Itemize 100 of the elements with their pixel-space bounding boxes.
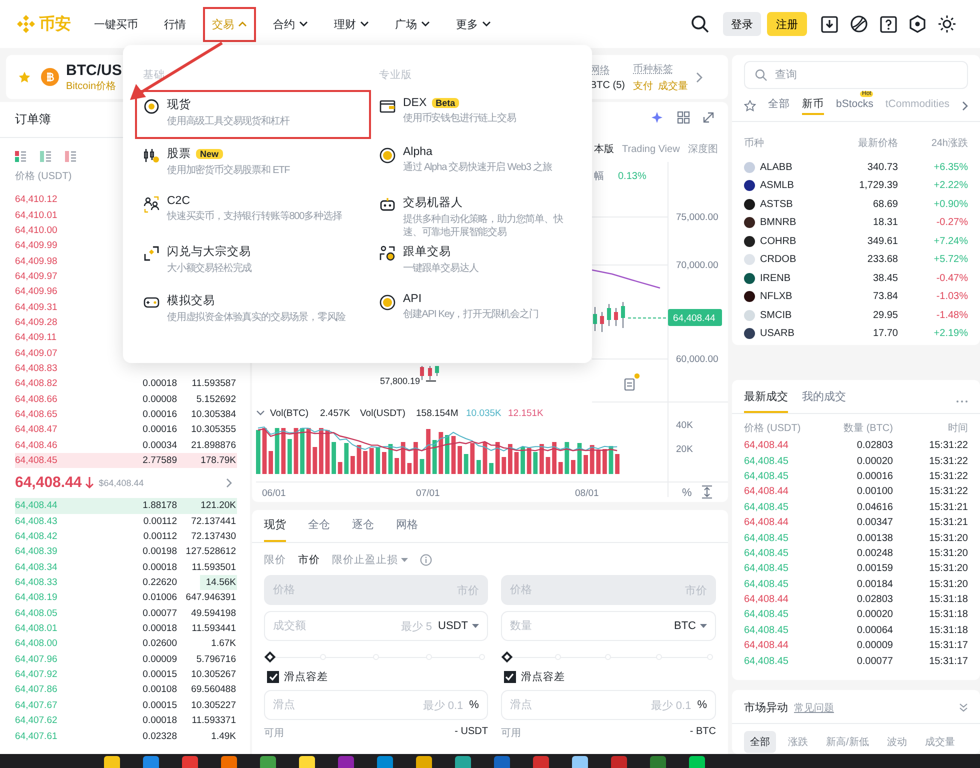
coin-symbol[interactable]: IRENB <box>760 272 808 284</box>
amount-input[interactable]: 成交额 <box>273 620 395 632</box>
info-icon[interactable] <box>420 554 432 566</box>
market-tab[interactable]: 全部 <box>768 97 790 115</box>
order-type-tab[interactable]: 市价 <box>298 553 320 567</box>
trade-tab[interactable]: 全仓 <box>308 517 330 542</box>
grid-layout-icon[interactable] <box>677 111 690 124</box>
download-icon[interactable] <box>821 16 838 32</box>
app-icon[interactable] <box>299 756 315 768</box>
app-icon[interactable] <box>650 756 666 768</box>
menu-item[interactable]: 闪兑与大宗交易 大小额交易轻松完成 <box>135 237 371 286</box>
menu-item[interactable]: 交易机器人 提供多种自动化策略，助力您简单、快速、可靠地开展智能交易 <box>371 188 584 237</box>
slippage-input[interactable]: 滑点 <box>510 699 645 711</box>
price-cell-text: 73.84 <box>872 291 898 302</box>
chevron-right-icon[interactable] <box>696 72 703 82</box>
app-icon[interactable] <box>338 756 354 768</box>
nav-menu-item[interactable]: 行情 <box>155 6 195 42</box>
trades-tab[interactable]: 最新成交 <box>744 389 788 413</box>
coin-symbol[interactable]: COHRB <box>760 236 808 247</box>
note-icon[interactable] <box>624 373 640 391</box>
trade-tab[interactable]: 网格 <box>396 517 418 542</box>
menu-item-title: 现货 <box>167 98 191 112</box>
globe-icon[interactable] <box>850 15 868 33</box>
app-icon[interactable] <box>377 756 393 768</box>
app-icon[interactable] <box>260 756 276 768</box>
coin-symbol[interactable]: BMNRB <box>760 217 808 228</box>
coin-symbol[interactable]: CRDOB <box>760 254 808 266</box>
app-icon[interactable] <box>494 756 510 768</box>
trade-tab[interactable]: 逐仓 <box>352 517 374 542</box>
order-book-both-icon[interactable] <box>15 151 26 162</box>
hexagon-icon[interactable] <box>909 15 926 33</box>
percent-toggle[interactable]: % <box>682 487 692 499</box>
search-field[interactable]: 查询 <box>744 61 968 89</box>
checkbox[interactable] <box>504 671 516 683</box>
market-tab[interactable]: bStocks <box>836 98 874 114</box>
checkbox[interactable] <box>267 671 279 683</box>
coin-symbol[interactable]: ASMLB <box>760 180 808 192</box>
app-icon[interactable] <box>689 756 705 768</box>
menu-item[interactable]: 股票 New 使用加密货币交易股票和 ETF <box>135 139 371 188</box>
star-icon[interactable] <box>744 100 756 112</box>
order-book-bids-icon[interactable] <box>40 151 51 162</box>
trade-tab[interactable]: 现货 <box>264 517 286 542</box>
menu-item[interactable]: API 创建API Key，打开无限机会之门 <box>371 286 584 335</box>
star-icon[interactable] <box>18 70 31 84</box>
fit-icon[interactable] <box>701 485 713 499</box>
sparkle-icon[interactable] <box>652 112 662 123</box>
expand-icon[interactable] <box>703 112 714 123</box>
app-icon[interactable] <box>221 756 237 768</box>
double-chevron-icon[interactable] <box>959 703 968 712</box>
coin-symbol[interactable]: ASTSB <box>760 198 808 210</box>
trades-tab[interactable]: 我的成交 <box>802 389 846 413</box>
menu-item-title: 模拟交易 <box>167 293 215 308</box>
app-icon[interactable] <box>572 756 588 768</box>
nav-menu-item[interactable]: 合约 <box>264 6 317 42</box>
app-icon[interactable] <box>455 756 471 768</box>
arrow-icon <box>84 476 94 490</box>
app-icon[interactable] <box>533 756 549 768</box>
menu-item[interactable]: C2C 快速买卖币，支持银行转账等800多种选择 <box>135 188 371 237</box>
nav-menu-item[interactable]: 一键买币 <box>85 6 147 42</box>
amount-input[interactable]: 数量 <box>510 620 668 632</box>
movement-tab[interactable]: 全部 <box>744 731 776 753</box>
help-icon[interactable] <box>880 16 897 32</box>
coin-symbol[interactable]: NFLXB <box>760 291 808 302</box>
app-icon[interactable] <box>182 756 198 768</box>
market-tab[interactable]: 新币 <box>802 97 824 115</box>
app-icon[interactable] <box>104 756 120 768</box>
app-icon[interactable] <box>143 756 159 768</box>
menu-item[interactable]: 模拟交易 使用虚拟资金体验真实的交易场景，零风险 <box>135 286 371 335</box>
menu-item[interactable]: Alpha 通过 Alpha 交易快速开启 Web3 之旅 <box>371 139 584 188</box>
register-button[interactable]: 注册 <box>767 12 807 36</box>
menu-item[interactable]: 现货 使用高级工具交易现货和杠杆 <box>135 90 371 139</box>
amount-field[interactable]: 成交额 最少 5 USDT <box>264 611 488 641</box>
nav-menu-item[interactable]: 理财 <box>325 6 378 42</box>
search-icon[interactable] <box>691 15 709 33</box>
nav-menu-item[interactable]: 更多 <box>447 6 500 42</box>
order-book-asks-icon[interactable] <box>65 151 76 162</box>
coin-symbol[interactable]: USARB <box>760 328 808 340</box>
nav-menu-item[interactable]: 广场 <box>386 6 439 42</box>
amount-field[interactable]: 数量 BTC <box>500 611 716 641</box>
slippage-field[interactable]: 滑点 最少 0.1 % <box>264 690 488 720</box>
login-button[interactable]: 登录 <box>723 12 761 36</box>
chevron-right-icon[interactable] <box>226 478 232 488</box>
app-icon[interactable] <box>611 756 627 768</box>
chevron-right-icon[interactable] <box>962 101 968 111</box>
total-cell-text: 1.49K <box>210 730 236 742</box>
coin-symbol[interactable]: SMCIB <box>760 310 808 321</box>
menu-item[interactable]: 跟单交易 一键跟单交易达人 <box>371 237 584 286</box>
slippage-input[interactable]: 滑点 <box>273 699 417 711</box>
sun-icon[interactable] <box>938 15 956 33</box>
unit-selector[interactable]: BTC <box>674 620 707 632</box>
coin-symbol[interactable]: ALABB <box>760 162 808 173</box>
slippage-field[interactable]: 滑点 最少 0.1 % <box>500 690 716 720</box>
slider-thumb[interactable] <box>501 651 513 663</box>
app-icon[interactable] <box>416 756 432 768</box>
menu-item[interactable]: DEX Beta 使用币安钱包进行链上交易 <box>371 90 584 139</box>
unit-selector[interactable]: USDT <box>438 620 479 632</box>
more-icon[interactable] <box>956 400 968 402</box>
collapse-icon[interactable] <box>256 410 264 416</box>
chart-view-tab[interactable]: 本版 <box>594 144 614 155</box>
slider-thumb[interactable] <box>264 651 276 663</box>
